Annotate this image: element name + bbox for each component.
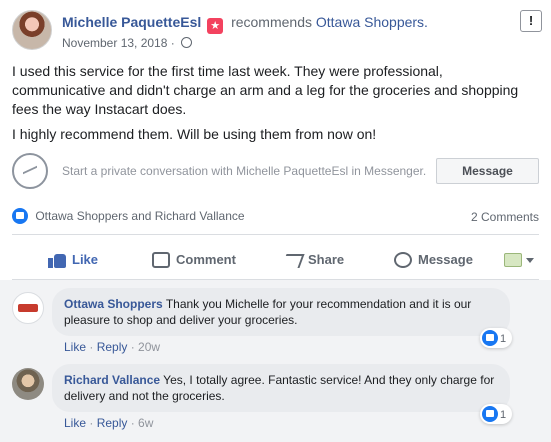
divider — [12, 234, 539, 235]
like-button[interactable]: Like — [48, 242, 98, 278]
post-body: I used this service for the first time l… — [12, 62, 532, 150]
comment-reply-link[interactable]: Reply — [97, 340, 128, 354]
reactors-link[interactable]: Ottawa Shoppers and Richard Vallance — [35, 209, 244, 223]
messenger-icon — [12, 153, 48, 189]
recommendation-post: Michelle PaquetteEsl ★ recommends Ottawa… — [0, 0, 551, 442]
message-icon — [394, 252, 412, 268]
post-paragraph: I highly recommend them. Will be using t… — [12, 126, 377, 142]
caret-down-icon — [526, 258, 534, 263]
like-icon — [48, 252, 66, 268]
messenger-prompt-bar: Start a private conversation with Michel… — [12, 150, 539, 192]
comment-label: Comment — [176, 252, 236, 267]
page-avatar — [504, 253, 522, 267]
comment-time[interactable]: 6w — [138, 416, 153, 430]
comment-bubble: Richard Vallance Yes, I totally agree. F… — [52, 364, 510, 412]
page-name-link[interactable]: Ottawa Shoppers. — [316, 14, 428, 30]
post-header: Michelle PaquetteEsl ★ recommends Ottawa… — [12, 10, 542, 54]
reactions-summary: Ottawa Shoppers and Richard Vallance 2 C… — [12, 208, 539, 228]
post-paragraph: I used this service for the first time l… — [12, 63, 519, 117]
reaction-count: 1 — [500, 333, 507, 345]
share-button[interactable]: Share — [281, 242, 345, 278]
action-bar: Like Comment Share Message — [12, 242, 539, 278]
recommendation-star-icon: ★ — [207, 18, 224, 34]
comment-like-link[interactable]: Like — [64, 416, 86, 430]
share-icon — [281, 254, 305, 268]
report-button[interactable]: ! — [520, 10, 542, 32]
reaction-count: 1 — [500, 409, 507, 421]
comment-meta: Like · Reply · 6w — [64, 416, 154, 430]
message-action-button[interactable]: Message — [394, 242, 473, 278]
post-meta: November 13, 2018 · — [62, 36, 193, 50]
commenter-avatar[interactable] — [12, 292, 44, 324]
view-as-selector[interactable] — [504, 242, 534, 278]
share-label: Share — [308, 252, 345, 267]
comment-reaction-count[interactable]: 1 — [480, 328, 513, 348]
commenter-avatar[interactable] — [12, 368, 44, 400]
like-reaction-icon — [482, 406, 498, 422]
recommends-label: recommends — [231, 14, 312, 30]
messenger-prompt-text: Start a private conversation with Michel… — [62, 164, 427, 178]
meta-separator: · — [170, 36, 175, 50]
message-label: Message — [418, 252, 473, 267]
commenter-name-link[interactable]: Richard Vallance — [64, 373, 160, 387]
globe-icon[interactable] — [181, 37, 193, 48]
like-label: Like — [72, 252, 99, 267]
comment-meta: Like · Reply · 20w — [64, 340, 161, 354]
author-avatar[interactable] — [12, 10, 52, 50]
comment-bubble: Ottawa Shoppers Thank you Michelle for y… — [52, 288, 510, 336]
comment-button[interactable]: Comment — [152, 242, 236, 278]
post-date[interactable]: November 13, 2018 — [62, 36, 167, 50]
comment-like-link[interactable]: Like — [64, 340, 86, 354]
commenter-name-link[interactable]: Ottawa Shoppers — [64, 297, 163, 311]
message-button[interactable]: Message — [436, 158, 539, 184]
comment-time[interactable]: 20w — [138, 340, 160, 354]
comments-count-link[interactable]: 2 Comments — [471, 210, 539, 224]
comment-reply-link[interactable]: Reply — [97, 416, 128, 430]
like-reaction-icon[interactable] — [12, 208, 28, 224]
comment-reaction-count[interactable]: 1 — [480, 404, 513, 424]
comment-icon — [152, 252, 170, 268]
author-name-link[interactable]: Michelle PaquetteEsl — [62, 14, 201, 30]
like-reaction-icon — [482, 330, 498, 346]
comment-item: Richard Vallance Yes, I totally agree. F… — [12, 364, 539, 436]
comments-section: Ottawa Shoppers Thank you Michelle for y… — [0, 280, 551, 442]
comment-item: Ottawa Shoppers Thank you Michelle for y… — [12, 288, 539, 360]
author-line: Michelle PaquetteEsl ★ recommends Ottawa… — [62, 14, 428, 34]
